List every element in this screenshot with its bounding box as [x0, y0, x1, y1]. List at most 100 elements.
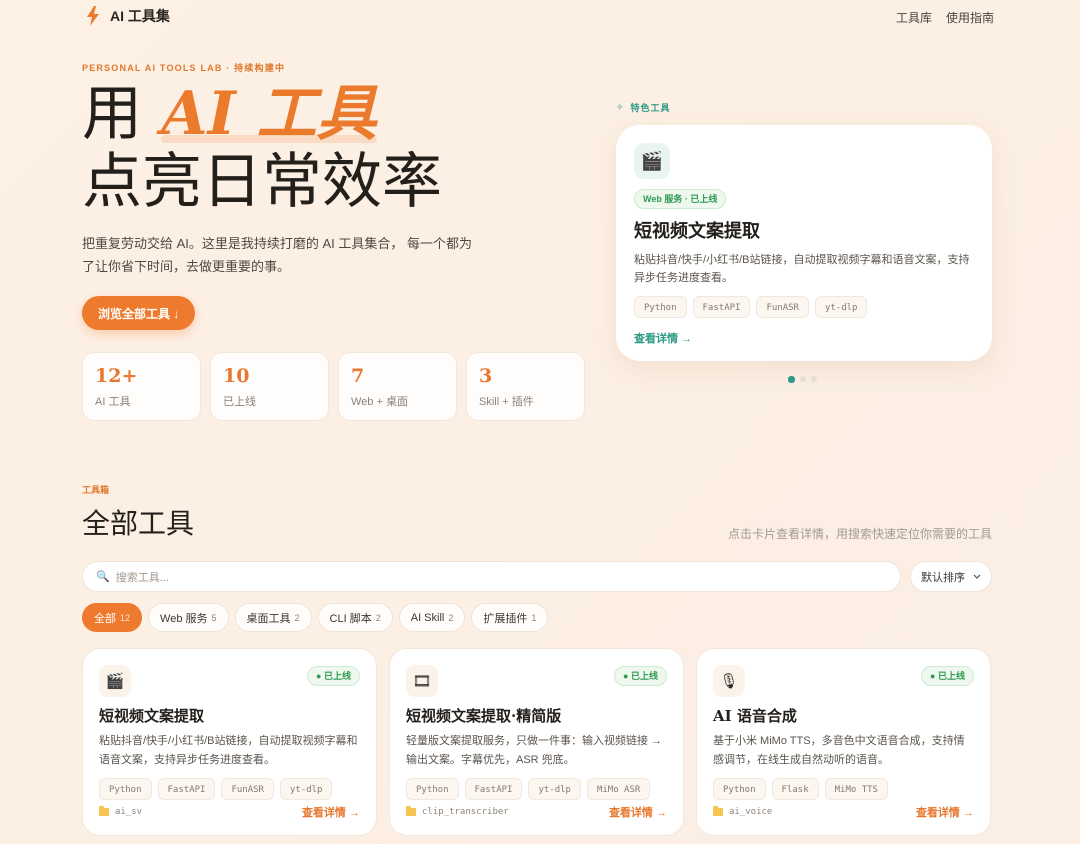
- tag-list: Python FastAPI yt-dlp MiMo ASR: [406, 778, 667, 800]
- search-input[interactable]: 🔍 搜索工具...: [82, 561, 901, 592]
- chip-count: 2: [448, 612, 454, 623]
- nav-link-library[interactable]: 工具库: [896, 9, 932, 26]
- search-icon: 🔍: [96, 571, 110, 583]
- tool-card-description: 轻量版文案提取服务，只做一件事：输入视频链接 → 输出文案。字幕优先，ASR 兜…: [406, 735, 663, 766]
- sort-label: 默认排序: [921, 571, 965, 584]
- chip-label: 桌面工具: [246, 612, 291, 625]
- tag: Flask: [771, 778, 819, 800]
- stat-card: 3 Skill + 插件: [466, 352, 585, 421]
- carousel-dots: [788, 375, 817, 383]
- stat-card: 12+ AI 工具: [82, 352, 201, 421]
- tag: yt-dlp: [814, 296, 868, 318]
- stat-label: AI 工具: [95, 396, 131, 408]
- tool-card-detail-link[interactable]: 查看详情 →: [609, 804, 667, 820]
- tag: FastAPI: [692, 296, 751, 318]
- featured-title: 短视频文案提取: [634, 221, 760, 242]
- filter-chip-web[interactable]: Web 服务 5: [148, 603, 229, 632]
- stat-card: 7 Web + 桌面: [338, 352, 457, 421]
- chip-count: 5: [211, 612, 217, 623]
- toolbox-subtitle: 点击卡片查看详情，用搜索快速定位你需要的工具: [727, 527, 992, 541]
- hero-title-line2: 点亮日常效率: [82, 147, 442, 217]
- filter-chips: 全部 12 Web 服务 5 桌面工具 2 CLI 脚本 2 AI Skill 2 扩展插…: [82, 603, 549, 632]
- tag: Python: [406, 778, 459, 800]
- status-badge: ● 已上线: [307, 666, 360, 686]
- tag: Python: [713, 778, 766, 800]
- chip-label: 扩展插件: [483, 612, 528, 625]
- stat-number: 3: [479, 365, 493, 387]
- tag: FunASR: [221, 778, 274, 800]
- tag: yt-dlp: [528, 778, 581, 800]
- brand[interactable]: AI 工具集: [86, 6, 170, 26]
- folder-path: ai_voice: [713, 806, 772, 817]
- tag-list: Python Flask MiMo TTS: [713, 778, 974, 800]
- folder-path: ai_sv: [99, 806, 142, 817]
- tool-card-title: 短视频文案提取: [99, 707, 205, 725]
- tag: MiMo ASR: [586, 778, 651, 800]
- filter-chip-skill[interactable]: AI Skill 2: [398, 603, 466, 632]
- status-badge: Web 服务 · 已上线: [634, 189, 727, 209]
- lightning-bolt-icon: [87, 6, 99, 26]
- status-badge: ● 已上线: [921, 666, 974, 686]
- filter-chip-all[interactable]: 全部 12: [82, 603, 143, 632]
- chip-count: 2: [375, 612, 381, 623]
- browse-all-button[interactable]: 浏览全部工具 ↓: [82, 296, 196, 330]
- tool-card-description: 基于小米 MiMo TTS，多音色中文语音合成，支持情感调节，在线生成自然动听的…: [713, 735, 965, 766]
- folder-path: clip_transcriber: [406, 806, 509, 817]
- filter-chip-desktop[interactable]: 桌面工具 2: [234, 603, 312, 632]
- hero-title: 用 AI 工具 点亮日常效率: [82, 80, 442, 216]
- sort-dropdown[interactable]: 默认排序: [910, 561, 992, 592]
- tool-card[interactable]: 🎞 ● 已上线 短视频文案提取·精简版 轻量版文案提取服务，只做一件事：输入视频…: [389, 648, 684, 836]
- nav-links: 工具库 使用指南: [896, 9, 994, 26]
- folder-icon: [406, 806, 416, 816]
- tool-card-detail-link[interactable]: 查看详情 →: [916, 804, 974, 820]
- filter-chip-cli[interactable]: CLI 脚本 2: [317, 603, 393, 632]
- folder-icon: [713, 806, 723, 816]
- clapperboard-icon: 🎬: [99, 665, 131, 697]
- featured-card[interactable]: 🎬 Web 服务 · 已上线 短视频文案提取 粘贴抖音/快手/小红书/B站链接，…: [616, 125, 992, 361]
- featured-label-text: 特色工具: [630, 103, 671, 113]
- carousel-dot-3[interactable]: [811, 376, 817, 382]
- tool-card-grid: 🎬 ● 已上线 短视频文案提取 粘贴抖音/快手/小红书/B站链接，自动提取视频字…: [82, 648, 991, 836]
- featured-detail-link[interactable]: 查看详情 →: [634, 330, 974, 346]
- carousel-dot-1[interactable]: [788, 375, 795, 383]
- chip-label: Web 服务: [160, 612, 208, 625]
- hero-eyebrow: PERSONAL AI TOOLS LAB · 持续构建中: [82, 63, 286, 73]
- stat-label: 已上线: [223, 396, 256, 408]
- tag: FastAPI: [157, 778, 216, 800]
- tag: yt-dlp: [279, 778, 333, 800]
- chip-count: 2: [294, 612, 300, 623]
- microphone-icon: 🎙: [713, 665, 745, 697]
- featured-description: 粘贴抖音/快手/小红书/B站链接，自动提取视频字幕和语音文案，支持异步任务进度查…: [634, 254, 970, 284]
- tag: Python: [99, 778, 152, 800]
- hero-title-line1: 用 AI 工具: [82, 80, 442, 148]
- tool-card[interactable]: 🎙 ● 已上线 AI 语音合成 基于小米 MiMo TTS，多音色中文语音合成，…: [696, 648, 991, 836]
- tool-card[interactable]: 🎬 ● 已上线 短视频文案提取 粘贴抖音/快手/小红书/B站链接，自动提取视频字…: [82, 648, 377, 836]
- carousel-dot-2[interactable]: [800, 376, 806, 382]
- search-placeholder: 搜索工具...: [115, 571, 169, 584]
- stats-row: 12+ AI 工具 10 已上线 7 Web + 桌面 3 Skill + 插件: [82, 352, 585, 421]
- status-badge: ● 已上线: [614, 666, 667, 686]
- tag: Python: [634, 296, 687, 318]
- folder-icon: [99, 806, 109, 816]
- stat-number: 10: [223, 365, 250, 387]
- tool-card-title: 短视频文案提取·精简版: [406, 707, 562, 725]
- nav-link-guide[interactable]: 使用指南: [946, 9, 994, 26]
- stat-label: Web + 桌面: [351, 396, 408, 408]
- stat-number: 12+: [95, 365, 138, 387]
- tag-list: Python FastAPI FunASR yt-dlp: [99, 778, 360, 800]
- tool-card-detail-link[interactable]: 查看详情 →: [302, 804, 360, 820]
- chip-label: AI Skill: [410, 611, 445, 624]
- tool-card-description: 粘贴抖音/快手/小红书/B站链接，自动提取视频字幕和语音文案，支持异步任务进度查…: [99, 735, 358, 766]
- tag: FunASR: [756, 296, 809, 318]
- toolbox-eyebrow: 工具箱: [82, 485, 110, 495]
- filter-chip-extension[interactable]: 扩展插件 1: [471, 603, 549, 632]
- hero-title-accent: AI 工具: [161, 79, 377, 149]
- tool-card-title: AI 语音合成: [713, 707, 797, 725]
- tag-list: Python FastAPI FunASR yt-dlp: [634, 296, 974, 318]
- chip-label: CLI 脚本: [329, 612, 372, 625]
- tag: FastAPI: [464, 778, 523, 800]
- stat-number: 7: [351, 365, 365, 387]
- film-icon: 🎞: [406, 665, 438, 697]
- top-nav: AI 工具集 工具库 使用指南: [0, 0, 1080, 34]
- hero-title-prefix: 用: [82, 79, 162, 149]
